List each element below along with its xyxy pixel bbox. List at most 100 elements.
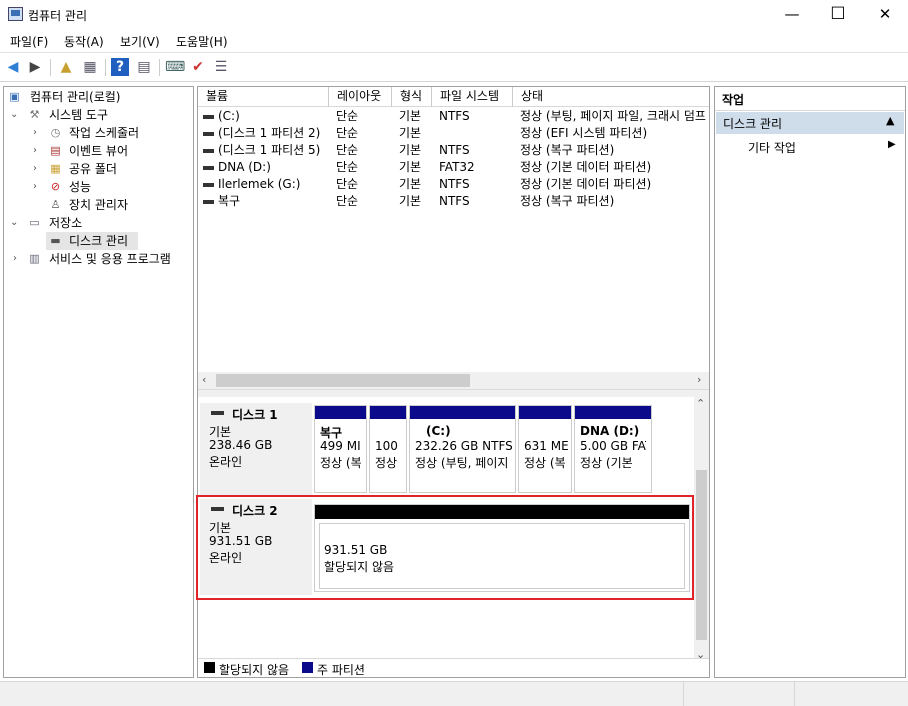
vertical-scroll-thumb[interactable] — [696, 470, 707, 640]
list-view-icon[interactable]: ☰ — [212, 58, 230, 76]
partition-size: 631 ME — [524, 439, 569, 453]
menu-action[interactable]: 동작(A) — [64, 33, 104, 50]
show-pane-icon[interactable]: ▤ — [135, 58, 153, 76]
table-row[interactable]: DNA (D:) 단순 기본 FAT32 정상 (기본 데이터 파티션) — [198, 159, 709, 176]
checklist-icon[interactable]: ✔ — [189, 58, 207, 76]
volume-status: 정상 (복구 파티션) — [520, 143, 615, 157]
menu-bar: 파일(F) 동작(A) 보기(V) 도움말(H) — [0, 30, 908, 52]
collapse-triangle-icon[interactable]: ▲ — [886, 114, 894, 127]
partition-status: 정상 (복 — [320, 456, 362, 470]
minimize-button[interactable]: — — [769, 0, 815, 30]
back-arrow-icon[interactable]: ◀ — [4, 58, 22, 76]
actions-section-disk-management[interactable]: 디스크 관리 ▲ — [716, 112, 904, 134]
pane-splitter[interactable] — [198, 389, 709, 397]
expand-chevron-icon[interactable]: › — [33, 160, 43, 178]
partition-size: 499 MI — [320, 439, 361, 453]
disk-1-info[interactable]: 디스크 1 기본 238.46 GB 온라인 — [200, 403, 312, 495]
volume-icon — [203, 166, 214, 170]
table-row[interactable]: (C:) 단순 기본 NTFS 정상 (부팅, 페이지 파일, 크래시 덤프 — [198, 108, 709, 125]
volume-status: 정상 (부팅, 페이지 파일, 크래시 덤프 — [520, 109, 706, 123]
column-header-status[interactable]: 상태 — [513, 87, 709, 107]
partition-size: 100 — [375, 439, 398, 453]
volume-fs: NTFS — [439, 177, 470, 191]
tree-label: 이벤트 뷰어 — [69, 144, 129, 158]
table-row[interactable]: (디스크 1 파티션 2) 단순 기본 정상 (EFI 시스템 파티션) — [198, 125, 709, 142]
disk-2-info[interactable]: 디스크 2 기본 931.51 GB 온라인 — [200, 499, 312, 595]
properties-icon[interactable]: ▦ — [81, 58, 99, 76]
volume-name: (디스크 1 파티션 2) — [218, 126, 321, 140]
vertical-scrollbar[interactable]: ⌃ ⌄ — [694, 397, 709, 667]
tree-item-disk-management[interactable]: ▬ 디스크 관리 — [46, 232, 138, 250]
volume-layout: 단순 — [336, 126, 359, 140]
close-button[interactable]: ✕ — [862, 0, 908, 30]
storage-icon: ▭ — [29, 216, 40, 229]
expand-chevron-icon[interactable]: › — [33, 178, 43, 196]
device-manager-icon: ♙ — [50, 198, 61, 211]
volume-icon — [203, 115, 214, 119]
volume-icon — [203, 132, 214, 136]
volume-icon — [203, 149, 214, 153]
title-bar: 컴퓨터 관리 — ☐ ✕ — [0, 0, 908, 30]
column-header-filesystem[interactable]: 파일 시스템 — [432, 87, 513, 107]
table-row[interactable]: (디스크 1 파티션 5) 단순 기본 NTFS 정상 (복구 파티션) — [198, 142, 709, 159]
maximize-button[interactable]: ☐ — [815, 0, 861, 30]
column-header-volume[interactable]: 볼륨 — [198, 87, 329, 107]
menu-help[interactable]: 도움말(H) — [176, 33, 228, 50]
connect-icon[interactable]: ⌨ — [165, 58, 185, 76]
scroll-left-arrow-icon[interactable]: ‹ — [202, 373, 206, 386]
menu-file[interactable]: 파일(F) — [10, 33, 48, 50]
scroll-up-arrow-icon[interactable]: ⌃ — [696, 397, 705, 410]
forward-arrow-icon[interactable]: ▶ — [26, 58, 44, 76]
column-header-layout[interactable]: 레이아웃 — [329, 87, 392, 107]
volume-layout: 단순 — [336, 160, 359, 174]
disk-1-state: 온라인 — [209, 455, 243, 469]
disk-graphical-view: 디스크 1 기본 238.46 GB 온라인 복구 499 MI 정상 (복 1… — [196, 397, 694, 667]
partition-recovery[interactable]: 복구 499 MI 정상 (복 — [314, 405, 367, 493]
center-pane: 볼륨 레이아웃 형식 파일 시스템 상태 (C:) 단순 기본 NTFS 정상 … — [196, 86, 710, 678]
action-more-actions[interactable]: 기타 작업 ▶ — [716, 136, 904, 156]
volume-icon — [203, 183, 214, 187]
partition-c[interactable]: (C:) 232.26 GB NTFS 정상 (부팅, 페이지 — [409, 405, 516, 493]
partition-dna-d[interactable]: DNA (D:) 5.00 GB FAT 정상 (기본 — [574, 405, 652, 493]
toolbar-separator — [159, 59, 160, 76]
disk-1-size: 238.46 GB — [209, 438, 273, 452]
table-row[interactable]: 복구 단순 기본 NTFS 정상 (복구 파티션) — [198, 193, 709, 210]
volume-name: DNA (D:) — [218, 160, 271, 174]
table-row[interactable]: Ilerlemek (G:) 단순 기본 NTFS 정상 (기본 데이터 파티션… — [198, 176, 709, 193]
volume-fs: NTFS — [439, 143, 470, 157]
horizontal-scroll-thumb[interactable] — [216, 374, 470, 387]
volume-fs: NTFS — [439, 194, 470, 208]
partition-recovery-2[interactable]: 631 ME 정상 (복 — [518, 405, 572, 493]
partition-unallocated[interactable]: 931.51 GB 할당되지 않음 — [314, 504, 690, 592]
expand-chevron-icon[interactable]: › — [33, 142, 43, 160]
horizontal-scrollbar[interactable]: ‹ › — [198, 372, 709, 389]
tree-label: 디스크 관리 — [69, 234, 129, 248]
expand-chevron-icon[interactable]: › — [13, 250, 23, 268]
computer-management-icon — [8, 7, 23, 21]
partition-title: DNA (D:) — [580, 424, 640, 438]
partition-bar — [370, 406, 406, 419]
disk-2-size: 931.51 GB — [209, 534, 273, 548]
services-icon: ▥ — [29, 252, 40, 265]
volume-layout: 단순 — [336, 143, 359, 157]
partition-efi[interactable]: 100 정상 — [369, 405, 407, 493]
disk-1-name: 디스크 1 — [232, 408, 278, 422]
expand-chevron-icon[interactable]: › — [33, 124, 43, 142]
disk-2-state: 온라인 — [209, 551, 243, 565]
up-folder-icon[interactable]: ▲ — [57, 58, 75, 76]
collapse-chevron-icon[interactable]: ⌄ — [10, 214, 20, 232]
status-section — [0, 682, 684, 706]
navigation-tree: ▣ 컴퓨터 관리(로컬) ⌄ ⚒ 시스템 도구 › ◷ 작업 스케줄러 › ▤ … — [3, 86, 194, 678]
tree-label: 공유 폴더 — [69, 162, 117, 176]
menu-view[interactable]: 보기(V) — [120, 33, 160, 50]
volume-fs: FAT32 — [439, 160, 475, 174]
scroll-right-arrow-icon[interactable]: › — [697, 373, 701, 386]
collapse-chevron-icon[interactable]: ⌄ — [10, 106, 20, 124]
column-header-type[interactable]: 형식 — [392, 87, 432, 107]
window-title: 컴퓨터 관리 — [28, 9, 88, 23]
volume-name: Ilerlemek (G:) — [218, 177, 301, 191]
tree-label: 성능 — [69, 180, 92, 194]
volume-type: 기본 — [399, 194, 422, 208]
help-icon[interactable]: ? — [111, 58, 129, 76]
disk-icon — [211, 507, 224, 511]
